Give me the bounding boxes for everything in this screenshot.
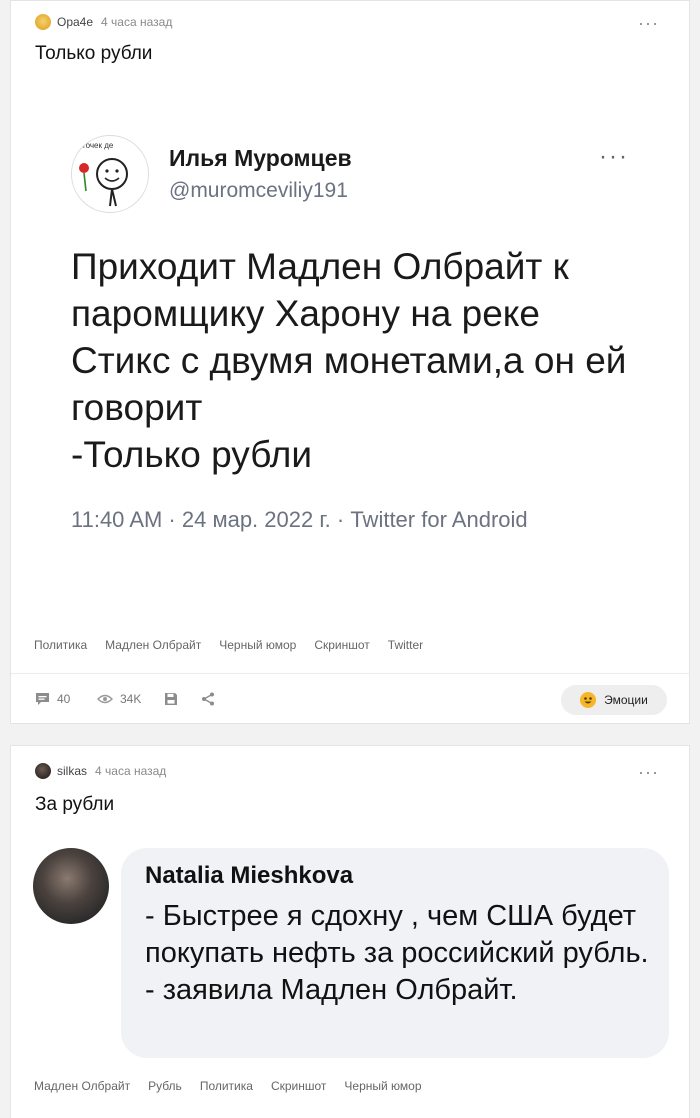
more-options-button[interactable]: ··· <box>638 13 659 34</box>
emoji-icon <box>580 692 597 708</box>
fb-avatar <box>33 848 109 924</box>
post-stats-bar: 40 34K Эмоции <box>11 673 689 726</box>
comments-count: 40 <box>57 692 71 706</box>
tweet-author-name: Илья Муромцев <box>169 145 352 171</box>
tag[interactable]: Мадлен Олбрайт <box>34 1079 130 1093</box>
tweet-more-icon: ··· <box>599 143 629 170</box>
more-options-button[interactable]: ··· <box>638 762 659 783</box>
post-time: 4 часа назад <box>95 764 167 778</box>
post-header: silkas 4 часа назад <box>35 762 166 780</box>
views-stat: 34K <box>97 692 141 706</box>
tweet-avatar: точек де <box>71 135 149 213</box>
post-time: 4 часа назад <box>101 15 173 29</box>
tag[interactable]: Скриншот <box>271 1079 326 1093</box>
tag[interactable]: Политика <box>34 638 87 652</box>
tag[interactable]: Рубль <box>148 1079 182 1093</box>
fb-comment-text: - Быстрее я сдохну , чем США будет покуп… <box>145 900 649 1006</box>
post-card: silkas 4 часа назад ··· За рубли Natalia… <box>10 745 690 1118</box>
emotions-button[interactable]: Эмоции <box>561 685 667 715</box>
author-avatar[interactable] <box>35 14 51 30</box>
tag[interactable]: Политика <box>200 1079 253 1093</box>
post-title[interactable]: Только рубли <box>35 43 152 65</box>
tag[interactable]: Скриншот <box>314 638 369 652</box>
tag-list: Политика Мадлен Олбрайт Черный юмор Скри… <box>34 638 441 652</box>
emotions-label: Эмоции <box>604 693 648 707</box>
share-icon <box>202 692 214 706</box>
tag[interactable]: Черный юмор <box>344 1079 421 1093</box>
author-name[interactable]: Ора4е <box>57 15 93 29</box>
author-avatar[interactable] <box>35 763 51 779</box>
fb-comment-bubble: Natalia Mieshkova - Быстрее я сдохну , ч… <box>121 848 669 1058</box>
tweet-screenshot: точек де Илья Муромцев @muromceviliy191 … <box>41 111 661 581</box>
tag[interactable]: Черный юмор <box>219 638 296 652</box>
post-card: Ора4е 4 часа назад ··· Только рубли точе… <box>10 0 690 724</box>
comment-icon <box>36 693 49 705</box>
post-header: Ора4е 4 часа назад <box>35 13 172 31</box>
tweet-text: Приходит Мадлен Олбрайт к паромщику Харо… <box>71 246 627 475</box>
post-title[interactable]: За рубли <box>35 794 114 816</box>
avatar-caption: точек де <box>82 141 114 150</box>
author-name[interactable]: silkas <box>57 764 87 778</box>
share-button[interactable] <box>201 692 222 706</box>
save-icon <box>165 693 177 705</box>
views-count: 34K <box>120 692 142 706</box>
tag[interactable]: Twitter <box>388 638 423 652</box>
fb-author-name: Natalia Mieshkova <box>145 862 354 889</box>
eye-icon <box>97 694 113 704</box>
tweet-handle: @muromceviliy191 <box>169 179 348 202</box>
tag-list: Мадлен Олбрайт Рубль Политика Скриншот Ч… <box>34 1079 440 1093</box>
tag[interactable]: Мадлен Олбрайт <box>105 638 201 652</box>
comments-stat[interactable]: 40 <box>35 692 70 706</box>
tweet-meta: 11:40 AM · 24 мар. 2022 г. · Twitter for… <box>71 507 528 532</box>
save-button[interactable] <box>164 692 185 706</box>
